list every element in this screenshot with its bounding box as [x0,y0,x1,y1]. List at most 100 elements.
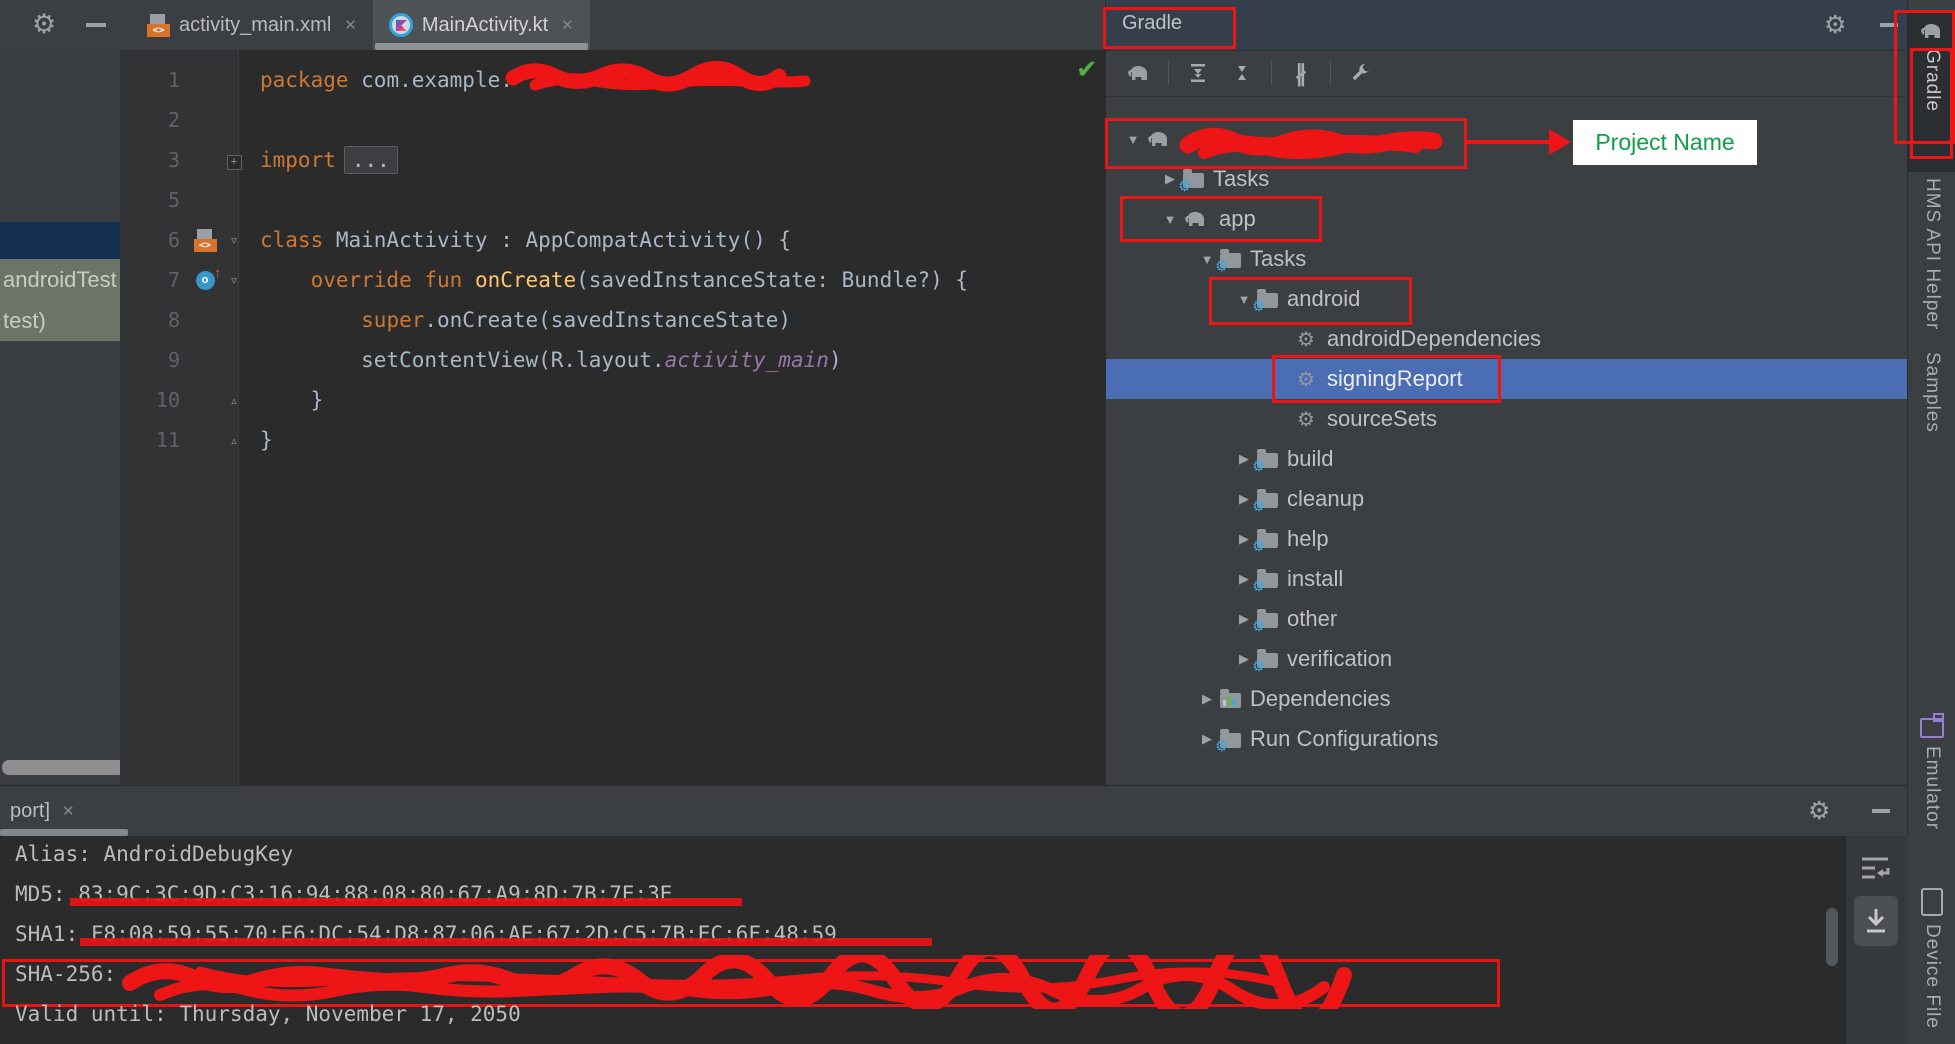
annotation-box-sha256 [2,959,1500,1007]
gradle-elephant-icon [1183,210,1210,229]
task-folder-icon: ⚙ [1183,173,1204,188]
gradle-elephant-icon [1919,22,1946,41]
task-folder-icon: ⚙ [1257,533,1278,548]
tree-item-label: Dependencies [1250,686,1391,712]
code-line: 7 o↑ ▿ override fun onCreate(savedInstance… [120,260,1105,300]
layout-file-icon [188,228,222,252]
expand-all-icon[interactable] [1183,58,1213,88]
code-text: super.onCreate(savedInstanceState) [246,308,791,332]
right-tab-samples[interactable]: Samples [1908,352,1955,433]
editor-tab-label: MainActivity.kt [422,14,548,37]
horizontal-scrollbar[interactable] [2,760,125,775]
code-line: 9 setContentView(R.layout.activity_main) [120,340,1105,380]
close-icon[interactable]: ✕ [561,16,574,34]
gradle-refresh-icon[interactable] [1124,58,1154,88]
toolbar-separator [1330,61,1331,85]
minimize-icon[interactable] [1872,809,1890,813]
code-line: 6 ▿class MainActivity : AppCompatActivity… [120,220,1105,260]
code-text: override fun onCreate(savedInstanceState… [246,268,968,292]
override-method-icon: o↑ [188,271,222,290]
tree-item-label: Tasks [1250,246,1306,272]
fold-marker-icon[interactable]: ▵ [222,431,246,449]
fold-marker-icon[interactable]: ▿ [222,271,246,289]
redaction-strike [80,938,932,946]
tree-chevron-right-icon[interactable]: ▶ [1194,691,1220,707]
gradle-tree-item-dependencies[interactable]: ▶ Dependencies [1106,679,1908,719]
code-text: class MainActivity : AppCompatActivity()… [246,228,791,252]
gradle-tree-item-cleanup[interactable]: ▶⚙cleanup [1106,479,1908,519]
right-tab-gradle[interactable]: Gradle [1908,12,1955,172]
offline-mode-icon[interactable]: ∦ [1286,58,1316,88]
fold-marker-icon[interactable]: ▿ [222,231,246,249]
editor-tab-MainActivity.kt[interactable]: MainActivity.kt ✕ [373,0,590,50]
collapse-all-icon[interactable] [1227,58,1257,88]
code-text: import... [246,146,398,174]
task-folder-icon: ⚙ [1257,613,1278,628]
gradle-tree-item-tasks[interactable]: ▼⚙Tasks [1106,239,1908,279]
vertical-scrollbar[interactable] [1826,908,1838,966]
gradle-tree-item-verification[interactable]: ▶⚙verification [1106,639,1908,679]
override-method-icon: o↑ [196,271,215,290]
task-folder-icon: ⚙ [1257,493,1278,508]
gear-icon[interactable]: ⚙ [1808,796,1830,826]
close-icon[interactable]: ✕ [62,802,75,820]
fold-marker-icon[interactable]: ▵ [222,391,246,409]
line-number: 7 [120,268,188,292]
gradle-tree-item-build[interactable]: ▶⚙build [1106,439,1908,479]
right-tab-hms-api-helper[interactable]: HMS API Helper [1908,178,1955,330]
code-line: 10▵ } [120,380,1105,420]
line-number: 6 [120,228,188,252]
gear-icon[interactable]: ⚙ [1824,10,1846,40]
gradle-tree-item-tasks[interactable]: ▶⚙Tasks [1106,159,1908,199]
code-lines: 1package com.example.23+import...56▿clas… [120,60,1105,460]
device-icon [1921,888,1943,916]
right-tab-label: HMS API Helper [1921,178,1943,330]
toolbar-separator [1271,61,1272,85]
close-icon[interactable]: ✕ [344,16,357,34]
project-tree-row[interactable]: androidTest [0,259,120,300]
gradle-tree-item-app[interactable]: ▼app [1106,199,1908,239]
code-line: 3+import... [120,140,1105,180]
tree-item-label: build [1287,446,1333,472]
gradle-tree-item-signingreport[interactable]: ⚙signingReport [1106,359,1908,399]
xml-file-icon [147,13,170,37]
gear-icon[interactable]: ⚙ [32,9,56,40]
right-tab-device-file[interactable]: Device File [1908,888,1955,1044]
soft-wrap-icon[interactable] [1860,854,1890,887]
project-tree-row[interactable]: test) [0,300,120,341]
fold-plus-icon[interactable]: + [227,155,242,170]
tree-chevron-down-icon[interactable]: ▼ [1120,132,1146,147]
gradle-tree-item-android[interactable]: ▼⚙android [1106,279,1908,319]
scroll-to-end-icon[interactable] [1854,896,1898,946]
gradle-tree-item-run-configurations[interactable]: ▶⚙Run Configurations [1106,719,1908,759]
minimize-icon[interactable] [1880,23,1898,27]
code-line: 1package com.example. [120,60,1105,100]
gradle-panel-header: Gradle ⚙ [1106,0,1908,51]
gradle-tree-item-project-root[interactable]: ▼ [1106,119,1908,159]
fold-marker-icon[interactable]: + [222,151,246,170]
inspection-ok-check-icon: ✔ [1076,54,1098,85]
line-number: 9 [120,348,188,372]
signing-report-output: Alias: AndroidDebugKeyMD5: 83:9C:3C:9D:C… [0,836,1845,1044]
right-tab-emulator[interactable]: Emulator [1908,718,1955,830]
active-tab-underline [375,43,588,50]
gradle-tree-item-other[interactable]: ▶⚙other [1106,599,1908,639]
project-selected-row[interactable] [0,222,120,259]
tree-item-label: verification [1287,646,1392,672]
build-tool-settings-icon[interactable] [1345,58,1375,88]
gradle-elephant-icon [1146,130,1173,149]
output-icon-strip [1845,836,1908,1044]
kotlin-file-icon [389,13,413,37]
tree-chevron-down-icon[interactable]: ▼ [1157,212,1183,227]
gradle-tree-item-sourcesets[interactable]: ⚙sourceSets [1106,399,1908,439]
code-line: 2 [120,100,1105,140]
run-tool-window: port] ✕ ⚙ Alias: AndroidDebugKeyMD5: 83:… [0,785,1907,1044]
gradle-tree-item-help[interactable]: ▶⚙help [1106,519,1908,559]
editor-tab-activity_main.xml[interactable]: activity_main.xml✕ [131,0,373,50]
gradle-tree-item-install[interactable]: ▶⚙install [1106,559,1908,599]
code-editor[interactable]: 1package com.example.23+import...56▿clas… [120,50,1105,785]
task-folder-icon: ⚙ [1257,653,1278,668]
layout-file-icon [194,228,217,252]
gradle-tree-item-androiddependencies[interactable]: ⚙androidDependencies [1106,319,1908,359]
minimize-icon[interactable] [86,23,106,27]
